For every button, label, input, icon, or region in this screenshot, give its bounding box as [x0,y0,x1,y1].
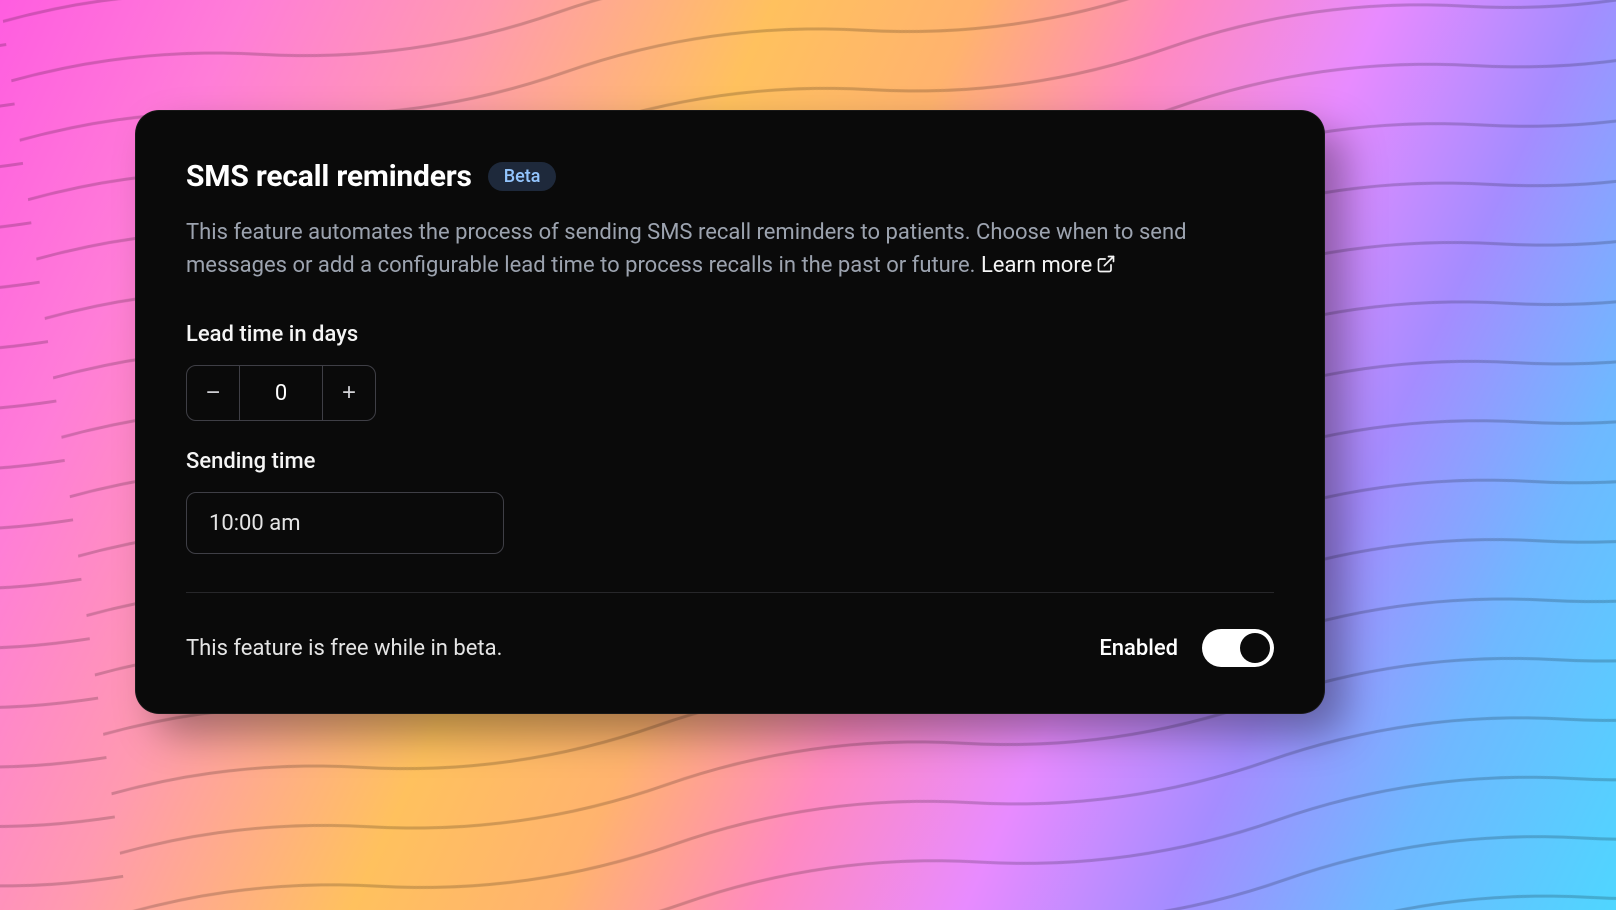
sending-time-section: Sending time 10:00 am [186,449,1274,554]
settings-card: SMS recall reminders Beta This feature a… [135,110,1325,714]
stepper-decrement-button[interactable]: − [187,366,239,420]
sending-time-input[interactable]: 10:00 am [186,492,504,554]
stepper-value[interactable]: 0 [239,366,323,420]
external-link-icon [1096,254,1116,274]
stepper-increment-button[interactable]: + [323,366,375,420]
toggle-group: Enabled [1099,629,1274,667]
divider [186,592,1274,593]
card-header: SMS recall reminders Beta [186,159,1274,194]
learn-more-label: Learn more [981,253,1092,278]
footer-note: This feature is free while in beta. [186,636,502,661]
card-title: SMS recall reminders [186,159,472,194]
toggle-knob [1240,633,1270,663]
sending-time-value: 10:00 am [209,511,301,536]
beta-badge: Beta [488,162,557,191]
sending-time-label: Sending time [186,449,1274,474]
lead-time-label: Lead time in days [186,322,1274,347]
lead-time-section: Lead time in days − 0 + [186,322,1274,421]
learn-more-link[interactable]: Learn more [981,253,1116,278]
lead-time-stepper: − 0 + [186,365,376,421]
enabled-toggle[interactable] [1202,629,1274,667]
card-description: This feature automates the process of se… [186,216,1266,282]
card-footer: This feature is free while in beta. Enab… [186,629,1274,667]
toggle-label: Enabled [1099,636,1178,661]
